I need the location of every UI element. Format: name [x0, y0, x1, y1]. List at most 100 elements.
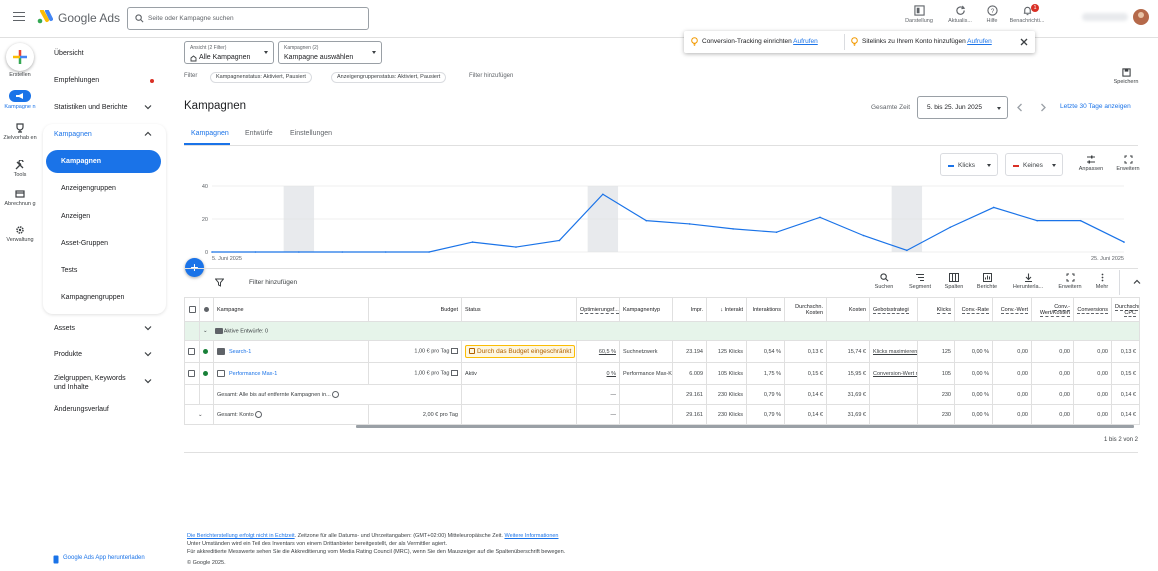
- nav-targeting[interactable]: Zielgruppen, Keywords und Inhalte: [54, 374, 152, 392]
- more-info-link[interactable]: Weitere Informationen: [504, 533, 558, 539]
- search-tool[interactable]: Suchen: [869, 273, 899, 290]
- nav-sub-tests[interactable]: Tests: [61, 267, 77, 274]
- row-status-text-cell[interactable]: Durch das Budget eingeschränkt: [461, 340, 577, 363]
- data-point-5[interactable]: [428, 251, 430, 253]
- checkbox[interactable]: [188, 348, 195, 355]
- campaign-selector[interactable]: Kampagnen (2) Kampagne auswählen: [278, 41, 382, 64]
- select-all-header[interactable]: [184, 297, 200, 322]
- tab-settings[interactable]: Einstellungen: [290, 130, 332, 137]
- nav-products[interactable]: Produkte: [54, 351, 152, 358]
- rail-tools[interactable]: Tools: [0, 160, 40, 178]
- budget-limited-badge[interactable]: Durch das Budget eingeschränkt: [465, 345, 576, 358]
- row-optimization-cell[interactable]: 0 %: [576, 362, 620, 385]
- col-header-budget[interactable]: Budget: [368, 297, 462, 322]
- col-header-conversions[interactable]: Conversions: [1073, 297, 1112, 322]
- realtime-info-link[interactable]: Die Berichterstellung erfolgt nicht in E…: [187, 533, 295, 539]
- rail-campaigns[interactable]: Kampagne n: [0, 90, 40, 110]
- data-point-10[interactable]: [645, 219, 648, 222]
- row-bid-strategy-cell[interactable]: Conversion-Wert maximieren: [869, 362, 918, 385]
- nav-sub-campaigns[interactable]: Kampagnen: [61, 158, 101, 165]
- filter-icon[interactable]: [215, 278, 224, 287]
- col-header-status[interactable]: Status: [461, 297, 577, 322]
- horizontal-scrollbar[interactable]: [356, 425, 1134, 428]
- chevron-down-icon[interactable]: ⌄: [188, 412, 203, 418]
- nav-history[interactable]: Änderungsverlauf: [54, 406, 109, 413]
- tab-drafts[interactable]: Entwürfe: [245, 130, 273, 137]
- expand-chart-button[interactable]: Erweitern: [1114, 155, 1142, 172]
- row-budget-cell[interactable]: 1,00 € pro Tag: [368, 362, 462, 385]
- nav-overview[interactable]: Übersicht: [54, 50, 84, 57]
- col-header-avg-cpc[interactable]: Durchschn. CPC: [1111, 297, 1140, 322]
- filter-chip-campaign-status[interactable]: Kampagnenstatus: Aktiviert, Pausiert: [210, 72, 312, 83]
- nav-sub-asset-groups[interactable]: Asset-Gruppen: [61, 240, 108, 247]
- help-icon[interactable]: [255, 411, 263, 418]
- download-tool[interactable]: Herunterla...: [1008, 273, 1048, 290]
- trend-icon[interactable]: [451, 348, 458, 355]
- col-header-conv-rate[interactable]: Conv.-Rate: [954, 297, 993, 322]
- help-button[interactable]: ? Hilfe: [975, 5, 1009, 24]
- trend-icon[interactable]: [451, 370, 458, 377]
- campaign-name-link[interactable]: Search-1: [229, 349, 251, 355]
- table-row[interactable]: Search-1 1,00 € pro Tag Durch das Budget…: [184, 340, 1140, 363]
- notif-sitelinks-link[interactable]: Aufrufen: [967, 38, 992, 45]
- columns-tool[interactable]: Spalten: [940, 273, 968, 290]
- download-app-link[interactable]: Google Ads App herunterladen: [63, 555, 145, 561]
- data-point-9[interactable]: [602, 193, 604, 196]
- nav-campaigns-section[interactable]: Kampagnen: [54, 131, 152, 138]
- drafts-group-row[interactable]: ⌄ Aktive Entwürfe: 0: [184, 321, 1140, 341]
- chevron-left-icon[interactable]: [1016, 103, 1024, 112]
- data-point-7[interactable]: [515, 246, 517, 248]
- table-row[interactable]: Performance Max-1 1,00 € pro Tag Aktiv 0…: [184, 362, 1140, 385]
- row-checkbox-cell[interactable]: [184, 340, 200, 363]
- row-optimization-cell[interactable]: 60,5 %: [576, 340, 620, 363]
- filter-chip-adgroup-status[interactable]: Anzeigengruppenstatus: Aktiviert, Pausie…: [331, 72, 447, 83]
- more-tool[interactable]: Mehr: [1091, 273, 1113, 290]
- col-header-interactions[interactable]: ↓ Interakt: [706, 297, 747, 322]
- data-point-13[interactable]: [775, 231, 778, 233]
- refresh-button[interactable]: Aktualis...: [943, 5, 977, 24]
- data-point-20[interactable]: [1079, 219, 1082, 222]
- nav-sub-ads[interactable]: Anzeigen: [61, 213, 90, 220]
- avatar[interactable]: [1133, 9, 1149, 25]
- col-header-avg-cost[interactable]: Durchschn. Kosten: [784, 297, 827, 322]
- search-box[interactable]: Seite oder Kampagne suchen: [127, 7, 369, 30]
- notif-conversion-link[interactable]: Aufrufen: [793, 38, 818, 45]
- segment-tool[interactable]: Segment: [904, 273, 936, 290]
- col-header-type[interactable]: Kampagnentyp: [619, 297, 673, 322]
- add-filter-link[interactable]: Filter hinzufügen: [469, 73, 513, 79]
- notifications-button[interactable]: 1 Benachrichti...: [1009, 4, 1045, 24]
- data-point-11[interactable]: [688, 223, 691, 225]
- campaign-name-link[interactable]: Performance Max-1: [229, 371, 277, 377]
- data-point-21[interactable]: [1123, 241, 1125, 243]
- chevron-right-icon[interactable]: [1039, 103, 1047, 112]
- nav-sub-campaign-groups[interactable]: Kampagnengruppen: [61, 294, 124, 301]
- google-ads-logo[interactable]: [37, 10, 53, 24]
- close-icon[interactable]: [1020, 38, 1028, 46]
- data-point-12[interactable]: [732, 228, 734, 230]
- row-budget-cell[interactable]: 1,00 € pro Tag: [368, 340, 462, 363]
- data-point-4[interactable]: [384, 251, 387, 253]
- nav-assets[interactable]: Assets: [54, 325, 152, 332]
- adjust-chart-button[interactable]: Anpassen: [1076, 155, 1106, 172]
- col-header-clicks[interactable]: Klicks: [917, 297, 955, 322]
- col-header-impr[interactable]: Impr.: [672, 297, 707, 322]
- data-point-0[interactable]: [211, 251, 213, 253]
- rail-billing[interactable]: Abrechnun g: [0, 189, 40, 207]
- rail-admin[interactable]: Verwaltung: [0, 225, 40, 243]
- checkbox[interactable]: [188, 306, 196, 313]
- nav-sub-adgroups[interactable]: Anzeigengruppen: [61, 185, 116, 192]
- expand-table-tool[interactable]: Erweitern: [1055, 273, 1085, 290]
- account-info[interactable]: [1082, 13, 1128, 21]
- data-point-6[interactable]: [471, 241, 474, 243]
- data-point-2[interactable]: [298, 251, 300, 253]
- col-header-bid-strategy[interactable]: Gebotsstrategi: [869, 297, 918, 322]
- save-button[interactable]: Speichern: [1113, 68, 1139, 85]
- data-point-8[interactable]: [558, 239, 561, 242]
- data-point-17[interactable]: [949, 226, 952, 229]
- appearance-button[interactable]: Darstellung: [902, 5, 936, 24]
- metric-selector-1[interactable]: Klicks: [940, 153, 998, 176]
- row-checkbox-cell[interactable]: [184, 362, 200, 385]
- col-header-interaction-rate[interactable]: Interaktions: [746, 297, 785, 322]
- nav-recommendations[interactable]: Empfehlungen: [54, 77, 154, 84]
- rail-goals[interactable]: Zielvorhab en: [0, 123, 40, 141]
